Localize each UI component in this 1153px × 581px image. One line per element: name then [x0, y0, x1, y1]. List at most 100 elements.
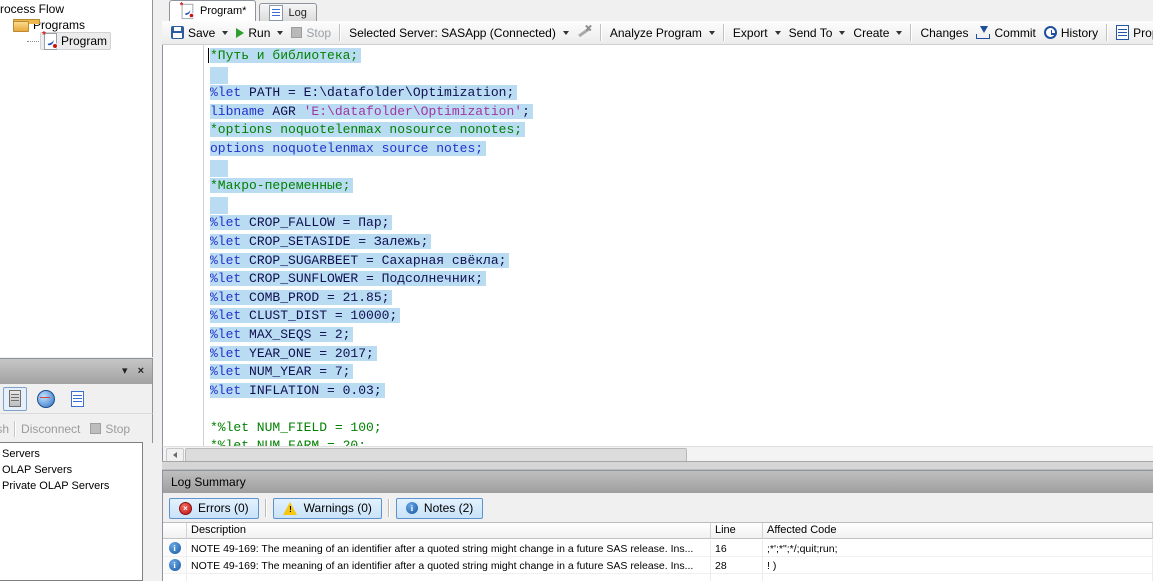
code-line[interactable]: %let NUM_YEAR = 7; [204, 363, 1153, 382]
changes-button[interactable]: Changes [916, 24, 972, 42]
errors-filter-button[interactable]: × Errors (0) [169, 498, 259, 519]
tab-program[interactable]: * Program* [169, 0, 256, 21]
prompt-manager-view-button[interactable] [65, 387, 89, 411]
log-filter-toolbar: × Errors (0) ! Warnings (0) i Notes (2) [163, 493, 1153, 523]
refresh-button[interactable]: Refresh [0, 422, 9, 436]
code-line[interactable]: *Макро-переменные; [204, 177, 1153, 196]
code-line[interactable]: %let COMB_PROD = 21.85; [204, 289, 1153, 308]
tree-item-programs[interactable]: Programs [13, 17, 85, 33]
note-description-cell[interactable]: NOTE 49-169: The meaning of an identifie… [187, 557, 711, 574]
code-line[interactable]: %let YEAR_ONE = 2017; [204, 345, 1153, 364]
server-icon [9, 390, 21, 407]
code-editor[interactable]: *Путь и библиотека; %let PATH = E:\datafo… [162, 45, 1153, 446]
tree-item-program[interactable]: * Program [27, 33, 111, 49]
separator [723, 24, 725, 41]
code-line[interactable]: *%let NUM_FIELD = 100; [204, 419, 1153, 438]
scrollbar-thumb[interactable] [185, 448, 687, 462]
document-tabbar: * Program* Log [162, 0, 1153, 21]
tree-item-process-flow[interactable]: Process Flow [0, 1, 64, 17]
close-icon[interactable]: × [138, 366, 144, 377]
column-header-description[interactable]: Description [187, 523, 711, 539]
export-dropdown-arrow[interactable] [775, 31, 781, 35]
note-description-cell[interactable]: NOTE 49-169: The meaning of an identifie… [187, 540, 711, 557]
server-list-item[interactable]: OLAP Servers [0, 463, 142, 479]
text-caret [208, 48, 209, 63]
editor-horizontal-scrollbar[interactable] [162, 446, 1153, 461]
note-line-cell[interactable]: 28 [711, 557, 763, 574]
server-list: ServersOLAP ServersPrivate OLAP Servers [0, 442, 143, 581]
code-line[interactable]: %let CROP_FALLOW = Пар; [204, 214, 1153, 233]
save-icon [171, 26, 184, 39]
code-line[interactable]: options noquotelenmax source notes; [204, 140, 1153, 159]
save-dropdown-arrow[interactable] [222, 31, 228, 35]
note-affected-code-cell[interactable]: ! ) [763, 557, 1153, 574]
properties-icon [1116, 25, 1129, 40]
create-button[interactable]: Create [849, 24, 906, 42]
code-line[interactable]: %let INFLATION = 0.03; [204, 382, 1153, 401]
code-line[interactable] [204, 159, 1153, 178]
note-row-icon-cell[interactable]: i [163, 540, 187, 557]
tree-connector [27, 41, 39, 42]
program-icon: * [42, 33, 58, 49]
save-button[interactable]: Save [167, 24, 232, 42]
server-list-view-button[interactable] [3, 387, 27, 411]
run-button[interactable]: Run [232, 24, 287, 42]
code-line[interactable]: %let PATH = E:\datafolder\Optimization; [204, 84, 1153, 103]
history-clock-icon [1044, 26, 1057, 39]
code-line[interactable]: *%let NUM_FARM = 20; [204, 437, 1153, 446]
commit-button[interactable]: Commit [972, 24, 1039, 42]
servers-panel-titlebar: ▾ × [0, 358, 153, 384]
note-row-icon-cell[interactable]: i [163, 557, 187, 574]
selected-server-dropdown[interactable]: Selected Server: SASApp (Connected) [345, 24, 573, 42]
stop-button[interactable]: Stop [105, 422, 130, 436]
send-to-dropdown-arrow[interactable] [839, 31, 845, 35]
main-area: * Program* Log Save Run Stop [162, 0, 1153, 581]
column-header-icon[interactable] [163, 523, 187, 539]
disconnect-plug-icon [577, 26, 592, 39]
server-list-item[interactable]: Private OLAP Servers [0, 479, 142, 495]
tree-item-label: Process Flow [0, 2, 64, 16]
run-dropdown-arrow[interactable] [277, 31, 283, 35]
code-line[interactable]: %let CLUST_DIST = 10000; [204, 307, 1153, 326]
selected-blank-line [210, 160, 228, 177]
note-line-cell[interactable]: 16 [711, 540, 763, 557]
code-line[interactable]: libname AGR 'E:\datafolder\Optimization'… [204, 103, 1153, 122]
tree-item-label: Programs [33, 18, 85, 32]
tab-log[interactable]: Log [259, 3, 316, 21]
analyze-dropdown-arrow[interactable] [709, 31, 715, 35]
horizontal-splitter[interactable] [162, 461, 1153, 470]
code-line[interactable]: %let CROP_SUNFLOWER = Подсолнечник; [204, 270, 1153, 289]
export-button[interactable]: Export [729, 24, 785, 42]
properties-button[interactable]: Properties [1112, 23, 1153, 42]
connections-view-button[interactable] [34, 387, 58, 411]
chevron-down-icon[interactable]: ▾ [122, 366, 128, 377]
info-icon: i [169, 542, 181, 554]
code-line[interactable]: %let CROP_SETASIDE = Залежь; [204, 233, 1153, 252]
disconnect-button[interactable]: Disconnect [21, 422, 80, 436]
scroll-left-button[interactable] [166, 448, 184, 462]
history-button[interactable]: History [1040, 24, 1102, 42]
notes-filter-button[interactable]: i Notes (2) [396, 498, 483, 519]
create-dropdown-arrow[interactable] [896, 31, 902, 35]
code-line[interactable]: *options noquotelenmax nosource nonotes; [204, 121, 1153, 140]
server-dropdown-arrow[interactable] [563, 31, 569, 35]
servers-panel: ▾ × Refresh Disconnect Stop ServersOLAP … [0, 358, 153, 581]
disconnect-server-button [573, 24, 596, 41]
server-list-item[interactable]: Servers [0, 447, 142, 463]
send-to-button[interactable]: Send To [785, 24, 850, 42]
separator [910, 24, 912, 41]
code-line[interactable] [204, 66, 1153, 85]
analyze-program-button[interactable]: Analyze Program [606, 24, 719, 42]
code-line[interactable]: *Путь и библиотека; [204, 47, 1153, 66]
column-header-line[interactable]: Line [711, 523, 763, 539]
column-header-affected-code[interactable]: Affected Code [763, 523, 1153, 539]
code-line[interactable]: %let MAX_SEQS = 2; [204, 326, 1153, 345]
warnings-filter-button[interactable]: ! Warnings (0) [273, 498, 382, 519]
note-affected-code-cell[interactable]: ;*';*";*/;quit;run; [763, 540, 1153, 557]
code-line[interactable]: %let CROP_SUGARBEET = Сахарная свёкла; [204, 252, 1153, 271]
code-line[interactable] [204, 400, 1153, 419]
code-area[interactable]: *Путь и библиотека; %let PATH = E:\datafo… [204, 47, 1153, 446]
separator [14, 421, 16, 437]
warning-icon: ! [283, 502, 298, 515]
code-line[interactable] [204, 196, 1153, 215]
